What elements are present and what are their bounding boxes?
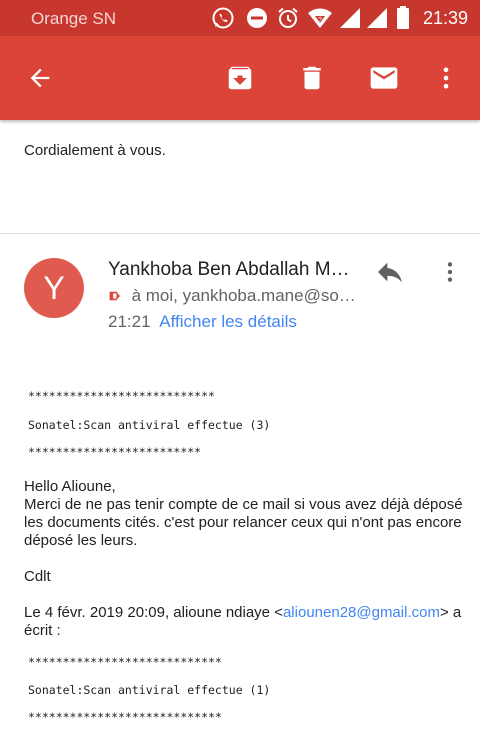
quoted-stars-top: **************************** [28,655,222,669]
more-vert-icon [447,262,453,282]
delete-button[interactable] [284,36,340,120]
label-important-icon [109,291,120,301]
message-more-button[interactable] [432,254,468,290]
quote-email-link[interactable]: aliounen28@gmail.com [283,604,440,621]
quote-prefix: Le 4 févr. 2019 20:09, alioune ndiaye < [24,604,283,621]
quote-header: Le 4 févr. 2019 20:09, alioune ndiaye <a… [24,604,461,622]
reply-icon [378,262,402,283]
do-not-disturb-icon [245,6,269,35]
scan-stars-top: *************************** [28,389,215,403]
back-arrow-icon [30,68,50,88]
archive-icon [228,66,252,90]
battery-icon [396,6,410,35]
scan-notice: Sonatel:Scan antiviral effectue (3) [28,418,271,432]
signal-icon [339,6,361,35]
recipients-line[interactable]: à moi, yankhoba.mane@sonatel.sn [108,286,358,306]
signal-icon [366,6,388,35]
more-options-button[interactable] [418,36,474,120]
previous-message-text: Cordialement à vous. [24,142,166,159]
back-button[interactable] [12,36,68,120]
whatsapp-icon [211,6,235,35]
reply-button[interactable] [370,254,410,290]
svg-text:?: ? [318,17,322,24]
scan-stars-bottom: ************************* [28,445,202,459]
avatar-letter: Y [43,269,65,306]
signoff-text: Cdlt [24,568,51,585]
avatar[interactable]: Y [24,258,84,318]
sender-name: Yankhoba Ben Abdallah Mane [108,259,360,280]
body-line-1: Merci de ne pas tenir compte de ce mail … [24,496,463,513]
carrier-name: Orange SN [31,9,117,28]
recipients-text: à moi, yankhoba.mane@sonatel.sn [131,286,358,305]
quote-header-end: écrit : [24,622,61,639]
message-time-line: 21:21 Afficher les détails [108,312,297,332]
delete-icon [303,66,321,90]
message-time: 21:21 [108,312,151,331]
body-line-3: déposé les leurs. [24,532,138,549]
status-clock: 21:39 [422,8,468,28]
alarm-icon [276,6,300,35]
quote-suffix: > a [439,604,462,621]
quoted-stars-bottom: **************************** [28,710,222,724]
app-bar [0,36,480,120]
quoted-scan-notice: Sonatel:Scan antiviral effectue (1) [28,683,271,697]
mail-icon [370,67,398,89]
mark-unread-button[interactable] [356,36,412,120]
more-vert-icon [443,67,449,89]
message-divider [0,233,480,234]
body-line-2: les documents cités. c'est pour relancer… [24,514,462,531]
archive-button[interactable] [212,36,268,120]
wifi-icon: ? [307,6,333,35]
status-bar: Orange SN ? 21:39 [0,0,480,36]
show-details-link[interactable]: Afficher les détails [159,312,297,331]
greeting-text: Hello Alioune, [24,478,116,495]
